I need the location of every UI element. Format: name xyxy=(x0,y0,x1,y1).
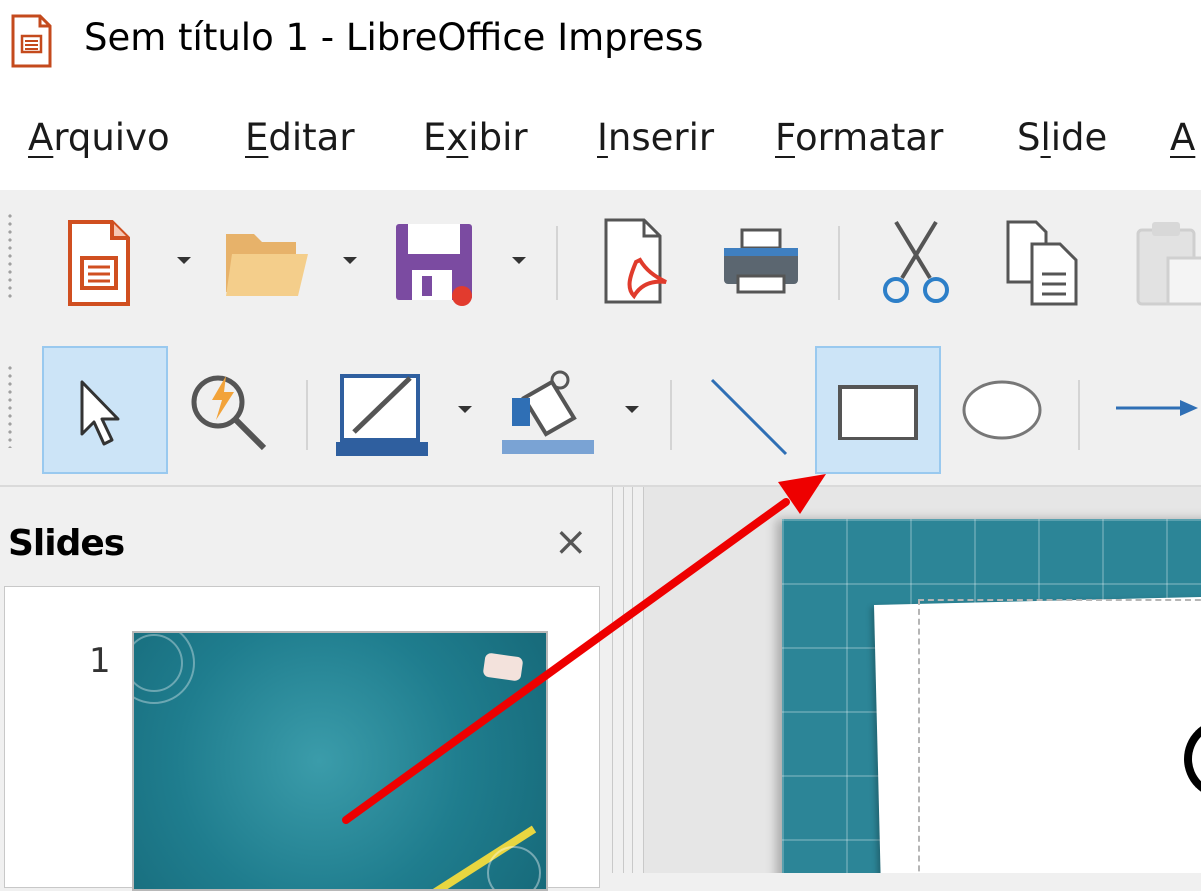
slides-pane: Slides × 1 xyxy=(0,487,612,891)
toolbar-separator xyxy=(838,226,840,300)
zoom-pan-icon xyxy=(186,375,272,460)
open-button[interactable] xyxy=(222,226,312,302)
new-presentation-button[interactable] xyxy=(62,218,142,308)
slide-thumbnail-art xyxy=(134,633,541,889)
standard-toolbar xyxy=(0,190,1201,340)
menu-inserir[interactable]: Inserir xyxy=(597,116,714,159)
rectangle-icon xyxy=(837,384,921,444)
cut-icon xyxy=(876,220,956,310)
paste-icon xyxy=(1132,222,1201,308)
fill-color-icon xyxy=(500,370,596,462)
pane-splitter-handle[interactable] xyxy=(623,487,633,873)
drawing-toolbar xyxy=(0,340,1201,485)
line-button[interactable] xyxy=(706,374,790,458)
export-pdf-icon xyxy=(600,218,680,312)
toolbar-separator xyxy=(1078,380,1080,450)
menu-editar[interactable]: Editar xyxy=(245,116,355,159)
slide-canvas[interactable] xyxy=(644,487,1201,873)
copy-button[interactable] xyxy=(1002,218,1082,308)
ellipse-button[interactable] xyxy=(960,378,1044,442)
open-dropdown-arrow[interactable] xyxy=(343,257,357,264)
save-button[interactable] xyxy=(392,220,476,308)
slide-thumbnail[interactable] xyxy=(132,631,548,891)
select-icon xyxy=(76,378,136,452)
save-dropdown-arrow[interactable] xyxy=(512,257,526,264)
rectangle-button[interactable] xyxy=(815,346,941,474)
toolbar-grip[interactable] xyxy=(6,212,14,302)
window-title: Sem título 1 - LibreOffice Impress xyxy=(84,16,704,59)
save-icon xyxy=(392,224,476,312)
line-color-button[interactable] xyxy=(334,370,430,460)
menu-formatar[interactable]: Formatar xyxy=(775,116,943,159)
print-button[interactable] xyxy=(720,228,802,298)
menu-exibir[interactable]: Exibir xyxy=(423,116,528,159)
menu-apresentacao[interactable]: A xyxy=(1170,116,1195,159)
new-presentation-icon xyxy=(62,220,142,312)
fill-color-dropdown-arrow[interactable] xyxy=(625,406,639,413)
copy-icon xyxy=(1002,220,1082,312)
paste-button[interactable] xyxy=(1132,218,1201,308)
slide-number: 1 xyxy=(89,641,111,681)
slides-pane-title: Slides xyxy=(8,523,125,564)
line-icon xyxy=(706,378,790,462)
zoom-pan-button[interactable] xyxy=(186,370,272,456)
toolbar-separator xyxy=(670,380,672,450)
open-folder-icon xyxy=(222,234,312,306)
title-bar: Sem título 1 - LibreOffice Impress xyxy=(0,0,1201,90)
print-icon xyxy=(720,228,802,302)
menu-bar: Arquivo Editar Exibir Inserir Formatar S… xyxy=(0,90,1201,190)
export-pdf-button[interactable] xyxy=(600,216,680,308)
toolbar-separator xyxy=(306,380,308,450)
title-placeholder[interactable] xyxy=(918,599,1201,873)
fill-color-button[interactable] xyxy=(500,368,596,458)
ellipse-icon xyxy=(960,380,1044,446)
cut-button[interactable] xyxy=(876,216,956,306)
arrow-line-icon xyxy=(1114,400,1201,432)
line-color-icon xyxy=(334,374,430,464)
line-color-dropdown-arrow[interactable] xyxy=(458,406,472,413)
select-button[interactable] xyxy=(42,346,168,474)
arrow-line-button[interactable] xyxy=(1114,392,1201,432)
impress-app-icon xyxy=(10,14,54,72)
new-dropdown-arrow[interactable] xyxy=(177,257,191,264)
pane-splitter[interactable] xyxy=(612,487,644,873)
toolbar-grip[interactable] xyxy=(6,364,14,448)
menu-slide[interactable]: Slide xyxy=(1017,116,1107,159)
menu-arquivo[interactable]: Arquivo xyxy=(28,116,170,159)
toolbar-separator xyxy=(556,226,558,300)
slides-pane-close-button[interactable]: × xyxy=(554,519,588,565)
